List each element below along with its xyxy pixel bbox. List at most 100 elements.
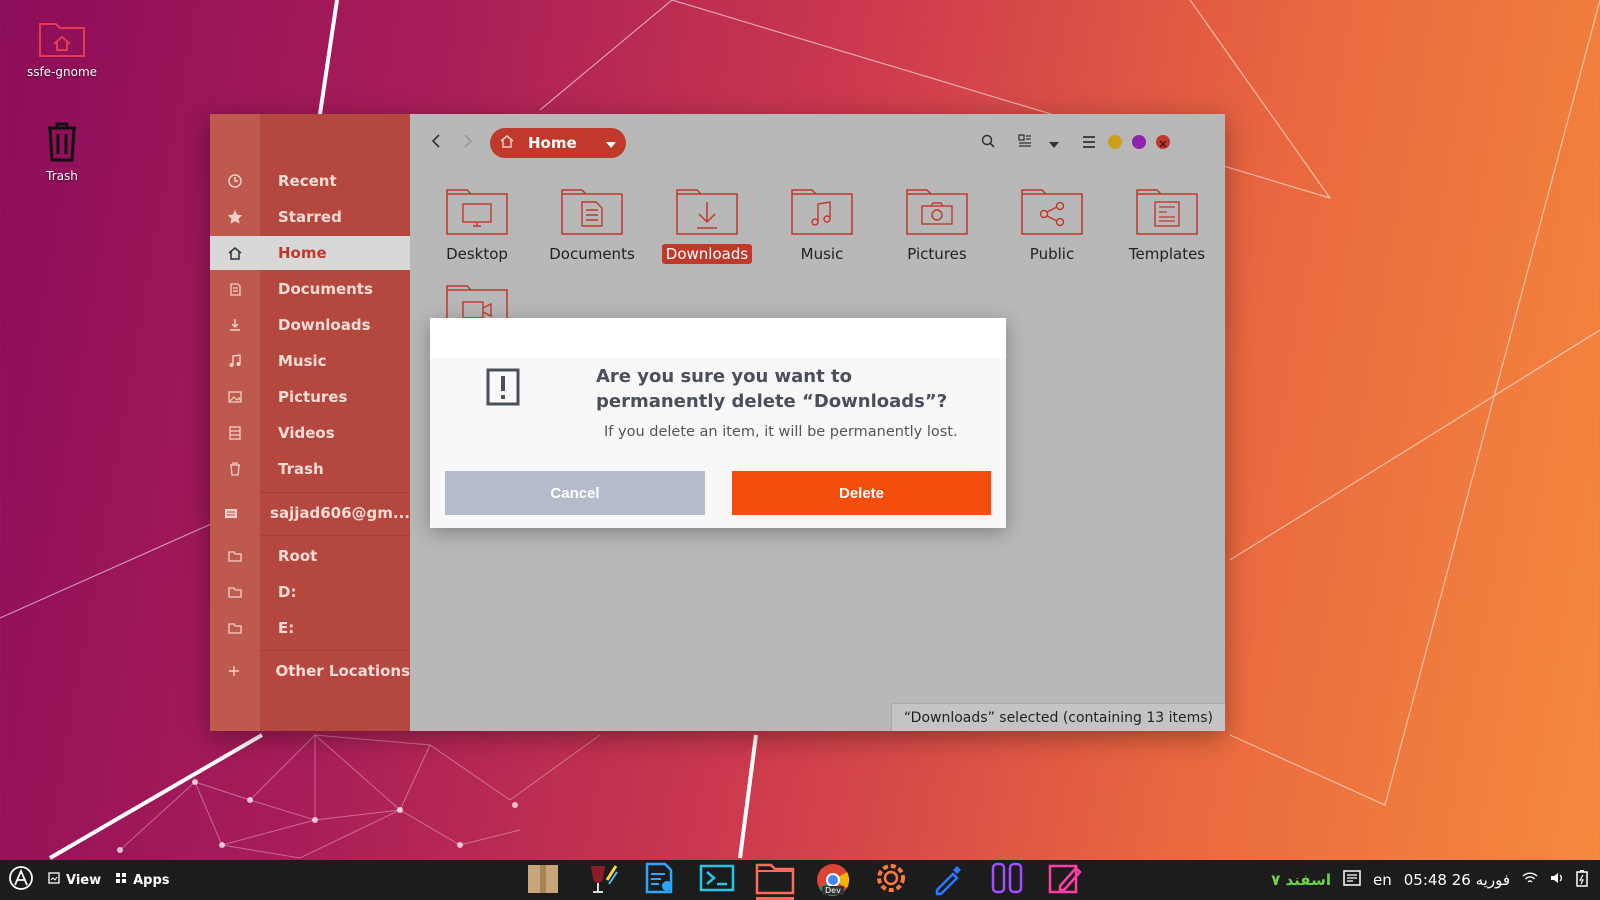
taskbar: View Apps Dev ۷ اسفند en 05:48 26 فوریه	[0, 860, 1600, 900]
view-options-button[interactable]	[1042, 130, 1066, 154]
sidebar-item-videos[interactable]: Videos	[210, 416, 410, 450]
picture-icon	[210, 390, 260, 404]
trash-icon	[17, 122, 107, 165]
dock-app-package[interactable]	[518, 860, 568, 900]
dialog-header	[430, 318, 1006, 358]
view-label: View	[66, 872, 102, 888]
folder-music[interactable]: Music	[772, 184, 872, 264]
clock[interactable]: 05:48 26 فوریه	[1404, 871, 1510, 889]
folder-desktop[interactable]: Desktop	[427, 184, 527, 264]
caret-down-icon[interactable]	[606, 134, 616, 152]
sidebar-item-label: Pictures	[278, 388, 348, 406]
status-text: “Downloads” selected (containing 13 item…	[903, 709, 1213, 726]
dock-app-terminal[interactable]	[692, 860, 742, 900]
warning-icon	[486, 368, 520, 410]
sidebar-item-label: Other Locations	[275, 662, 411, 680]
package-icon	[525, 860, 561, 900]
folder-icon	[210, 585, 260, 599]
draw-icon	[1046, 860, 1084, 900]
dock-app-switch[interactable]	[982, 860, 1032, 900]
minimize-button[interactable]	[1108, 135, 1122, 149]
system-tray: ۷ اسفند en 05:48 26 فوریه	[1271, 860, 1588, 900]
downloads-folder-icon	[657, 184, 757, 240]
folder-templates[interactable]: Templates	[1117, 184, 1217, 264]
sidebar-item-pictures[interactable]: Pictures	[210, 380, 410, 414]
chevron-right-icon	[463, 130, 473, 154]
battery-icon[interactable]	[1576, 869, 1588, 891]
desktop-trash-shortcut[interactable]: Trash	[17, 122, 107, 183]
volume-icon[interactable]	[1550, 871, 1564, 889]
dock-app-wine[interactable]	[576, 860, 626, 900]
folder-public[interactable]: Public	[1002, 184, 1102, 264]
cancel-button[interactable]: Cancel	[445, 471, 705, 515]
sidebar-item-label: E:	[278, 619, 295, 637]
sidebar-item-drive-e[interactable]: E:	[210, 611, 410, 645]
wifi-icon[interactable]	[1522, 871, 1538, 889]
dock-app-draw[interactable]	[1040, 860, 1090, 900]
documents-icon	[210, 282, 260, 296]
delete-button[interactable]: Delete	[732, 471, 991, 515]
dock-app-text-editor[interactable]	[634, 860, 684, 900]
files-icon	[755, 861, 795, 899]
dock-app-files[interactable]	[750, 860, 800, 900]
apps-button[interactable]: Apps	[115, 872, 170, 888]
persian-date-short[interactable]: ۷ اسفند	[1271, 871, 1331, 889]
view-button[interactable]: View	[48, 872, 101, 888]
list-grid-icon	[1018, 133, 1032, 152]
music-icon	[210, 354, 260, 368]
view-mode-button[interactable]	[1013, 130, 1037, 154]
toolbar: Home	[410, 114, 1225, 170]
sidebar-item-account[interactable]: sajjad606@gm...	[210, 496, 410, 530]
search-button[interactable]	[976, 130, 1000, 154]
dock-app-color-picker[interactable]	[924, 860, 974, 900]
sidebar-item-starred[interactable]: Starred	[210, 200, 410, 234]
sidebar-item-label: Music	[278, 352, 327, 370]
forward-button[interactable]	[455, 128, 481, 156]
folder-downloads[interactable]: Downloads	[657, 184, 757, 264]
file-label: Music	[800, 245, 844, 263]
file-label: Documents	[549, 245, 635, 263]
color-picker-icon	[931, 860, 967, 900]
maximize-button[interactable]	[1132, 135, 1146, 149]
sidebar-item-documents[interactable]: Documents	[210, 272, 410, 306]
keyboard-layout[interactable]: en	[1373, 871, 1392, 889]
clock-icon	[210, 174, 260, 188]
path-bar-home[interactable]: Home	[490, 128, 626, 158]
launcher-button[interactable]	[8, 865, 34, 895]
sidebar-item-other-locations[interactable]: Other Locations	[210, 654, 410, 688]
file-label: Templates	[1128, 245, 1206, 263]
video-icon	[210, 426, 260, 440]
sidebar-separator	[260, 650, 410, 651]
dock-app-chrome-dev[interactable]: Dev	[808, 860, 858, 900]
desktop-folder-icon	[427, 184, 527, 240]
sidebar-item-label: Starred	[278, 208, 342, 226]
dock-app-settings[interactable]	[866, 860, 916, 900]
sidebar-separator	[260, 535, 410, 536]
sidebar-item-music[interactable]: Music	[210, 344, 410, 378]
back-button[interactable]	[423, 128, 449, 156]
sidebar-item-drive-d[interactable]: D:	[210, 575, 410, 609]
delete-confirm-dialog: Are you sure you want to permanently del…	[430, 318, 1006, 528]
sidebar-item-recent[interactable]: Recent	[210, 164, 410, 198]
sidebar-item-root[interactable]: Root	[210, 539, 410, 573]
folder-icon	[210, 621, 260, 635]
sidebar-item-home[interactable]: Home	[210, 236, 410, 270]
drive-icon	[210, 506, 252, 520]
close-button[interactable]	[1156, 135, 1170, 149]
sidebar-item-downloads[interactable]: Downloads	[210, 308, 410, 342]
menu-button[interactable]	[1077, 130, 1101, 154]
folder-documents[interactable]: Documents	[542, 184, 642, 264]
sidebar-item-trash[interactable]: Trash	[210, 452, 410, 486]
wine-icon	[583, 860, 619, 900]
folder-pictures[interactable]: Pictures	[887, 184, 987, 264]
grid-icon	[115, 872, 127, 888]
dev-badge: Dev	[822, 886, 844, 895]
settings-icon	[872, 859, 910, 900]
desktop-trash-label: Trash	[46, 169, 78, 183]
desktop-home-shortcut[interactable]: ssfe-gnome	[17, 18, 107, 79]
apps-label: Apps	[133, 872, 170, 888]
notes-icon[interactable]	[1343, 870, 1361, 890]
hamburger-icon	[1082, 133, 1096, 152]
file-label: Pictures	[907, 245, 967, 263]
text-editor-icon	[641, 860, 677, 900]
